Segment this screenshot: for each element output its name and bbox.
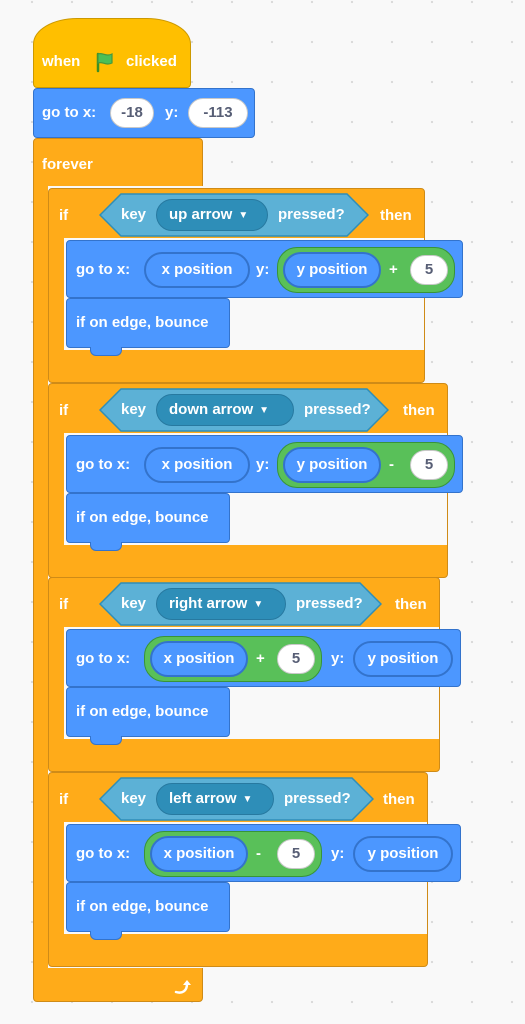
block-notch (90, 736, 122, 745)
key-pressed-condition[interactable]: key left arrow ▼ pressed? (99, 777, 374, 821)
number-input[interactable]: 5 (410, 450, 448, 480)
operator-symbol: - (256, 845, 261, 862)
go-to-xy-block[interactable]: go to x: x position -5 y: y position (66, 824, 461, 882)
number-input[interactable]: 5 (410, 255, 448, 285)
go-to-label: go to x: (76, 261, 131, 278)
add-operator[interactable]: y position +5 (277, 247, 455, 293)
key-label: key (121, 206, 147, 223)
if-label: if (59, 402, 69, 419)
key-dropdown[interactable]: left arrow ▼ (156, 783, 274, 815)
key-dropdown-value: down arrow (169, 401, 254, 418)
key-label: key (121, 790, 147, 807)
bounce-label: if on edge, bounce (76, 703, 209, 720)
if-on-edge-bounce-block[interactable]: if on edge, bounce (66, 298, 230, 348)
if-on-edge-bounce-block[interactable]: if on edge, bounce (66, 882, 230, 932)
y-label: y: (165, 104, 179, 121)
dropdown-caret-icon: ▼ (242, 794, 253, 805)
pressed-label: pressed? (304, 401, 371, 418)
block-notch (90, 931, 122, 940)
y-position-reporter[interactable]: y position (353, 836, 453, 872)
go-to-xy-block[interactable]: go to x: x position y: y position -5 (66, 435, 463, 493)
when-label: when (42, 53, 81, 70)
then-label: then (403, 402, 435, 419)
dropdown-caret-icon: ▼ (259, 405, 270, 416)
then-label: then (380, 207, 412, 224)
key-dropdown-value: left arrow (169, 790, 237, 807)
subtract-operator[interactable]: x position -5 (144, 831, 322, 877)
dropdown-caret-icon: ▼ (238, 210, 249, 221)
dropdown-caret-icon: ▼ (253, 599, 264, 610)
key-label: key (121, 401, 147, 418)
if-label: if (59, 207, 69, 224)
y-label: y: (256, 456, 270, 473)
pressed-label: pressed? (278, 206, 345, 223)
y-position-reporter[interactable]: y position (353, 641, 453, 677)
key-dropdown-value: right arrow (169, 595, 248, 612)
when-flag-clicked-block[interactable]: when clicked (33, 18, 191, 88)
operator-symbol: - (389, 456, 394, 473)
if-label: if (59, 791, 69, 808)
key-dropdown[interactable]: up arrow ▼ (156, 199, 268, 231)
go-to-label: go to x: (76, 650, 131, 667)
go-to-label: go to x: (42, 104, 97, 121)
if-label: if (59, 596, 69, 613)
if-on-edge-bounce-block[interactable]: if on edge, bounce (66, 687, 230, 737)
bounce-label: if on edge, bounce (76, 314, 209, 331)
y-label: y: (331, 845, 345, 862)
then-label: then (383, 791, 415, 808)
x-position-reporter[interactable]: x position (144, 252, 250, 288)
y-label: y: (256, 261, 270, 278)
y-position-reporter[interactable]: y position (283, 447, 381, 483)
x-position-reporter[interactable]: x position (150, 641, 248, 677)
bounce-label: if on edge, bounce (76, 509, 209, 526)
clicked-label: clicked (126, 53, 177, 70)
block-notch (90, 347, 122, 356)
green-flag-icon (94, 51, 116, 73)
subtract-operator[interactable]: y position -5 (277, 442, 455, 488)
if-on-edge-bounce-block[interactable]: if on edge, bounce (66, 493, 230, 543)
go-to-xy-block[interactable]: go to x: x position y: y position +5 (66, 240, 463, 298)
key-pressed-condition[interactable]: key down arrow ▼ pressed? (99, 388, 389, 432)
loop-arrow-icon (172, 977, 194, 999)
go-to-xy-block[interactable]: go to x: x position +5 y: y position (66, 629, 461, 687)
pressed-label: pressed? (296, 595, 363, 612)
y-label: y: (331, 650, 345, 667)
add-operator[interactable]: x position +5 (144, 636, 322, 682)
go-to-xy-block[interactable]: go to x: -18 y: -113 (33, 88, 255, 138)
number-input[interactable]: 5 (277, 644, 315, 674)
block-notch (90, 542, 122, 551)
key-label: key (121, 595, 147, 612)
x-position-reporter[interactable]: x position (150, 836, 248, 872)
key-pressed-condition[interactable]: key right arrow ▼ pressed? (99, 582, 382, 626)
key-pressed-condition[interactable]: key up arrow ▼ pressed? (99, 193, 369, 237)
bounce-label: if on edge, bounce (76, 898, 209, 915)
y-position-reporter[interactable]: y position (283, 252, 381, 288)
operator-symbol: + (389, 261, 398, 278)
x-position-reporter[interactable]: x position (144, 447, 250, 483)
pressed-label: pressed? (284, 790, 351, 807)
x-input[interactable]: -18 (110, 98, 154, 128)
number-input[interactable]: 5 (277, 839, 315, 869)
then-label: then (395, 596, 427, 613)
key-dropdown[interactable]: right arrow ▼ (156, 588, 286, 620)
go-to-label: go to x: (76, 845, 131, 862)
operator-symbol: + (256, 650, 265, 667)
key-dropdown-value: up arrow (169, 206, 233, 223)
forever-label: forever (42, 156, 93, 173)
y-input[interactable]: -113 (188, 98, 248, 128)
key-dropdown[interactable]: down arrow ▼ (156, 394, 294, 426)
go-to-label: go to x: (76, 456, 131, 473)
